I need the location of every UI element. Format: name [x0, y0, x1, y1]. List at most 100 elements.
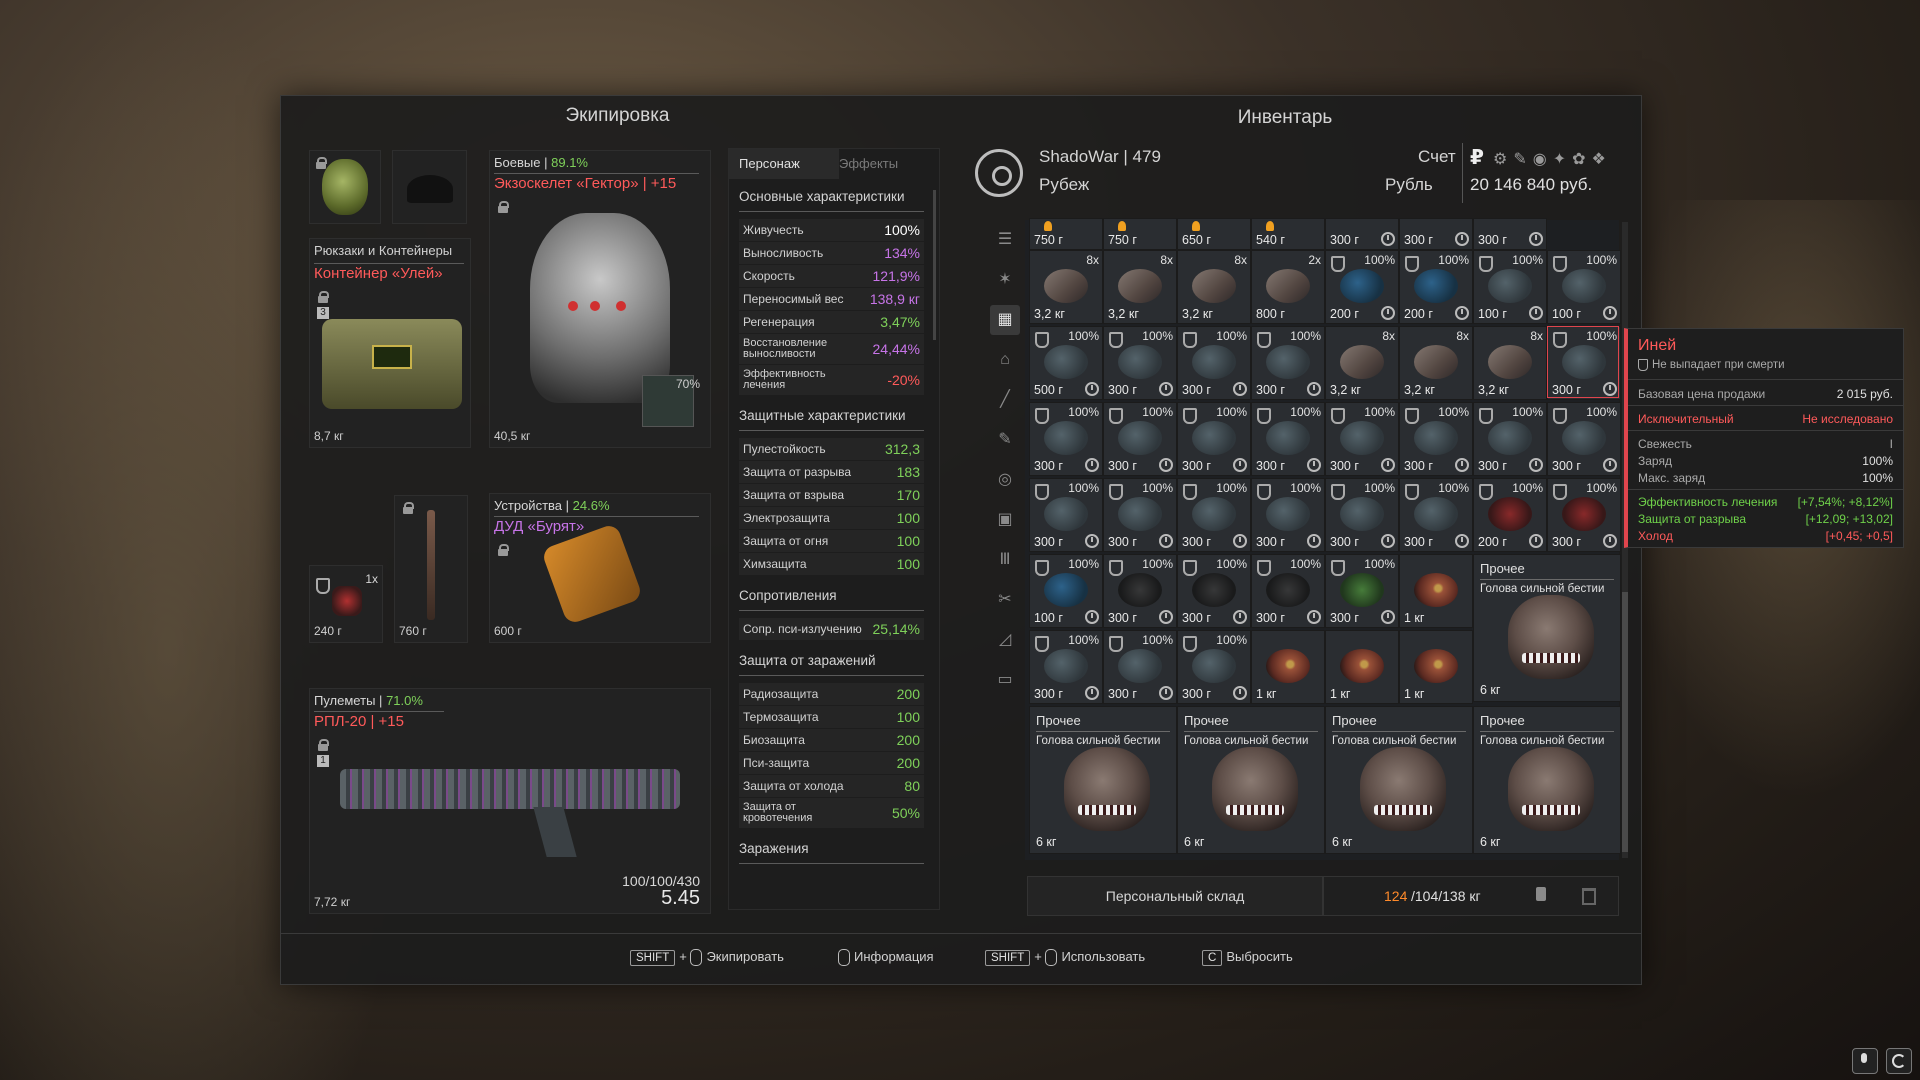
inventory-item[interactable]: 8x 3,2 кг	[1103, 250, 1177, 324]
inventory-item[interactable]: 8x 3,2 кг	[1325, 326, 1399, 400]
stat-name: Скорость	[743, 269, 795, 283]
stone-item-icon	[1118, 421, 1162, 455]
category-tab-icon[interactable]: Ⅲ	[990, 545, 1020, 575]
inventory-item[interactable]: 8x 3,2 кг	[1177, 250, 1251, 324]
beast-head-item[interactable]: Прочее Голова сильной бестии 6 кг	[1325, 706, 1473, 854]
inventory-item[interactable]: 100% 300 г	[1103, 554, 1177, 628]
item-weight: 300 г	[1256, 535, 1285, 549]
inventory-item[interactable]: 100% 300 г	[1103, 326, 1177, 400]
device-slot[interactable]: Устройства | 24.6% ДУД «Бурят» 600 г	[489, 493, 711, 643]
category-tab-icon[interactable]: ▭	[990, 665, 1020, 695]
inventory-item[interactable]: 100% 500 г	[1029, 326, 1103, 400]
inventory-item[interactable]: 100% 300 г	[1547, 402, 1621, 476]
beast-head-item[interactable]: Прочее Голова сильной бестии 6 кг	[1473, 554, 1621, 702]
inventory-item[interactable]: 100% 300 г	[1399, 402, 1473, 476]
category-tab-icon[interactable]: ▣	[990, 505, 1020, 535]
clock-icon	[1381, 232, 1395, 246]
inventory-item[interactable]: 100% 200 г	[1399, 250, 1473, 324]
inventory-item[interactable]: 100% 300 г	[1177, 326, 1251, 400]
inventory-item[interactable]: 100% 200 г	[1325, 250, 1399, 324]
container-slot[interactable]: Рюкзаки и Контейнеры Контейнер «Улей» 3 …	[309, 238, 471, 448]
inventory-item[interactable]: 100% 300 г	[1177, 630, 1251, 704]
inventory-item[interactable]: 100% 300 г	[1325, 478, 1399, 552]
inventory-item[interactable]: 300 г	[1473, 218, 1547, 250]
inventory-item[interactable]: 100% 300 г	[1251, 554, 1325, 628]
category-tab-icon[interactable]: ✂	[990, 585, 1020, 615]
small-slot-2[interactable]: 760 г	[394, 495, 468, 643]
inventory-item[interactable]: 750 г	[1029, 218, 1103, 250]
tab-character[interactable]: Персонаж	[729, 149, 839, 179]
beast-head-item[interactable]: Прочее Голова сильной бестии 6 кг	[1473, 706, 1621, 854]
inventory-item[interactable]: 100% 300 г	[1251, 478, 1325, 552]
inventory-item[interactable]: 100% 100 г	[1547, 250, 1621, 324]
inventory-item[interactable]: 300 г	[1325, 218, 1399, 250]
inventory-item[interactable]: 100% 300 г	[1103, 478, 1177, 552]
stat-group-title: Сопротивления	[739, 588, 837, 603]
inventory-item[interactable]: 100% 300 г	[1177, 478, 1251, 552]
inventory-item[interactable]: 100% 300 г	[1029, 402, 1103, 476]
ruble-icon[interactable]: ₽	[1470, 145, 1484, 170]
inventory-item[interactable]: 540 г	[1251, 218, 1325, 250]
category-tab-icon[interactable]: ✶	[990, 265, 1020, 295]
inventory-item[interactable]: 8x 3,2 кг	[1473, 326, 1547, 400]
category-tab-icon[interactable]: ◎	[990, 465, 1020, 495]
armor-slot[interactable]: Боевые | 89.1% Экзоскелет «Гектор» | +15…	[489, 150, 711, 448]
inventory-item[interactable]: 750 г	[1103, 218, 1177, 250]
inventory-scrollbar-thumb[interactable]	[1622, 592, 1628, 852]
beast-head-item[interactable]: Прочее Голова сильной бестии 6 кг	[1029, 706, 1177, 854]
trash-icon[interactable]	[1582, 888, 1596, 905]
inventory-item[interactable]: 100% 300 г	[1325, 402, 1399, 476]
inventory-item[interactable]: 100% 300 г	[1399, 478, 1473, 552]
small-slot-1[interactable]: 1x 240 г	[309, 565, 383, 643]
personal-storage-button[interactable]: Персональный склад	[1027, 876, 1323, 916]
clock-icon	[1233, 686, 1247, 700]
stat-value: 200	[896, 732, 920, 748]
shield-icon	[1183, 484, 1197, 500]
item-durability: 100%	[1290, 557, 1321, 571]
inventory-item[interactable]: 1 кг	[1251, 630, 1325, 704]
beast-head-item[interactable]: Прочее Голова сильной бестии 6 кг	[1177, 706, 1325, 854]
tab-effects[interactable]: Эффекты	[829, 149, 949, 179]
fire-icon	[1266, 221, 1274, 231]
microphone-icon[interactable]	[1852, 1048, 1878, 1074]
category-tab-icon[interactable]: ▦	[990, 305, 1020, 335]
category-tab-icon[interactable]: ◿	[990, 625, 1020, 655]
inventory-item[interactable]: 1 кг	[1399, 630, 1473, 704]
category-tab-icon[interactable]: ✎	[990, 425, 1020, 455]
item-count: 8x	[1530, 329, 1543, 343]
inventory-item[interactable]: 100% 300 г	[1029, 478, 1103, 552]
inventory-item[interactable]: 100% 300 г	[1103, 402, 1177, 476]
lock-icon	[498, 201, 509, 213]
inventory-item[interactable]: 100% 300 г	[1251, 326, 1325, 400]
inventory-item[interactable]: 100% 300 г	[1177, 554, 1251, 628]
inventory-item[interactable]: 100% 300 г	[1547, 478, 1621, 552]
refresh-icon[interactable]	[1886, 1048, 1912, 1074]
inventory-item[interactable]: 1 кг	[1399, 554, 1473, 628]
inventory-item[interactable]: 100% 300 г	[1177, 402, 1251, 476]
inventory-item[interactable]: 100% 100 г	[1473, 250, 1547, 324]
category-tab-icon[interactable]: ⌂	[990, 345, 1020, 375]
inventory-item[interactable]: 650 г	[1177, 218, 1251, 250]
sort-icon[interactable]	[1536, 887, 1546, 901]
inventory-item[interactable]: 100% 300 г	[1325, 554, 1399, 628]
inventory-item[interactable]: 100% 300 г	[1473, 402, 1547, 476]
weapon-level-badge: 1	[317, 755, 329, 767]
stats-scrollbar[interactable]	[933, 190, 936, 340]
inventory-item[interactable]: 8x 3,2 кг	[1029, 250, 1103, 324]
red-item-icon	[1488, 497, 1532, 531]
helmet-slot[interactable]	[392, 150, 467, 224]
category-tab-icon[interactable]: ╱	[990, 385, 1020, 415]
inventory-item[interactable]: 100% 200 г	[1473, 478, 1547, 552]
inventory-item[interactable]: 300 г	[1399, 218, 1473, 250]
inventory-item[interactable]: 100% 300 г	[1103, 630, 1177, 704]
inventory-item[interactable]: 100% 300 г	[1251, 402, 1325, 476]
category-tab-icon[interactable]: ☰	[990, 225, 1020, 255]
currency-icons[interactable]: ⚙✎◉✦✿❖	[1493, 149, 1612, 169]
weapon-slot[interactable]: Пулеметы | 71.0% РПЛ-20 | +15 1 100/100/…	[309, 688, 711, 914]
inventory-item[interactable]: 1 кг	[1325, 630, 1399, 704]
character-portrait[interactable]	[309, 150, 381, 224]
inventory-item[interactable]: 100% 300 г	[1029, 630, 1103, 704]
inventory-item[interactable]: 100% 100 г	[1029, 554, 1103, 628]
inventory-item[interactable]: 2x 800 г	[1251, 250, 1325, 324]
inventory-item[interactable]: 8x 3,2 кг	[1399, 326, 1473, 400]
